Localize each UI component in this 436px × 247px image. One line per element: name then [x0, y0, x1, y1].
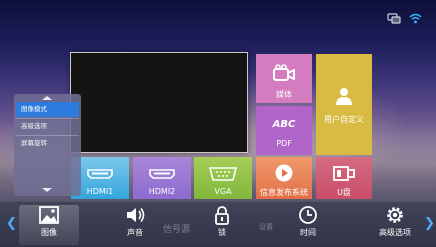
dock-label-time: 时间	[300, 228, 316, 237]
chevron-left-icon[interactable]: ❮	[6, 216, 17, 231]
gear-icon	[387, 207, 403, 223]
hdmi-port-icon	[87, 169, 113, 179]
dock-label-lock: 锁	[218, 228, 226, 237]
popup-item-picture-mode[interactable]: 图像模式	[16, 102, 79, 117]
camera-icon	[273, 64, 295, 81]
dock-item-sound[interactable]: 声音	[105, 205, 165, 245]
lock-icon	[215, 206, 229, 225]
wifi-icon	[409, 13, 422, 24]
tile-udisk[interactable]: U盘	[316, 157, 372, 199]
tile-media-label: 媒体	[276, 90, 292, 99]
pdf-icon: ABC	[272, 119, 296, 130]
hdmi-port-icon	[149, 169, 175, 179]
tile-pdf[interactable]: ABC PDF	[256, 106, 312, 155]
play-icon	[275, 164, 293, 182]
dock-label-picture: 图像	[41, 228, 57, 237]
tile-hdmi2-label: HDMI2	[148, 187, 176, 196]
tile-vga[interactable]: VGA	[194, 157, 252, 199]
chevron-right-icon[interactable]: ❯	[424, 216, 435, 231]
dock-item-advanced[interactable]: 高级选项	[365, 205, 425, 245]
tile-signage[interactable]: 信息发布系统	[256, 157, 312, 199]
popup-item-advanced[interactable]: 高级选项	[16, 119, 79, 134]
usb-drive-icon	[333, 166, 355, 181]
picture-icon	[39, 206, 59, 224]
tile-custom[interactable]: 用户自定义	[316, 54, 372, 155]
status-bar	[387, 12, 422, 24]
tile-pdf-label: PDF	[276, 139, 292, 148]
vga-port-icon	[209, 167, 237, 181]
picture-popup-menu: 图像模式 高级选项 屏幕旋转	[14, 94, 81, 196]
tile-hdmi2[interactable]: HDMI2	[133, 157, 191, 199]
clock-icon	[299, 206, 317, 224]
ghost-label-settings: 设置	[259, 223, 273, 231]
scroll-down-icon[interactable]	[42, 188, 52, 192]
popup-item-rotation[interactable]: 屏幕旋转	[16, 136, 79, 151]
speaker-icon	[127, 208, 145, 222]
dock-label-sound: 声音	[127, 228, 143, 237]
user-icon	[336, 88, 352, 105]
dock-item-picture[interactable]: 图像	[19, 205, 79, 245]
tile-media[interactable]: 媒体	[256, 54, 312, 103]
dock-item-time[interactable]: 时间	[278, 205, 338, 245]
tile-signage-label: 信息发布系统	[260, 188, 308, 197]
dock-item-lock[interactable]: 锁	[192, 205, 252, 245]
tile-vga-label: VGA	[214, 187, 232, 196]
tile-custom-label: 用户自定义	[324, 115, 364, 124]
scroll-up-icon[interactable]	[42, 96, 52, 100]
network-icon	[387, 12, 401, 24]
video-preview[interactable]	[70, 52, 248, 153]
ghost-label-source: 信号源	[163, 225, 191, 235]
tile-udisk-label: U盘	[337, 188, 351, 197]
dock-label-advanced: 高级选项	[379, 228, 411, 237]
